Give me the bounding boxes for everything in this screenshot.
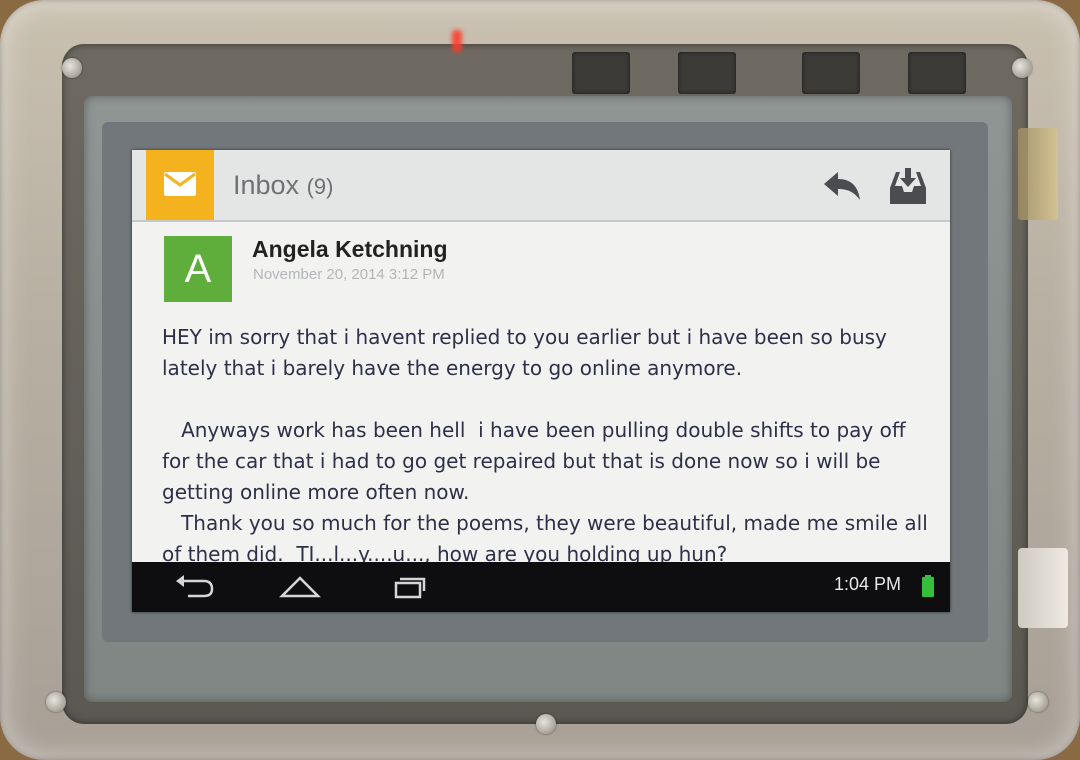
usb-port <box>1018 548 1068 628</box>
message-date: November 20, 2014 3:12 PM <box>253 266 445 283</box>
message-body: HEY im sorry that i havent replied to yo… <box>162 322 932 570</box>
recent-apps-icon[interactable] <box>384 572 436 602</box>
inbox-label: Inbox <box>233 170 300 200</box>
home-icon[interactable] <box>274 572 326 602</box>
header-connector <box>572 52 630 94</box>
case-screw <box>46 692 66 712</box>
system-navigation-bar: 1:04 PM <box>132 562 950 612</box>
message-paragraph: HEY im sorry that i havent replied to yo… <box>162 325 894 380</box>
header-connector <box>678 52 736 94</box>
android-screen: Inbox (9) A Angela Ketchning November 20… <box>132 150 950 612</box>
header-connector <box>908 52 966 94</box>
status-clock: 1:04 PM <box>834 574 902 594</box>
battery-icon <box>922 575 934 597</box>
back-icon[interactable] <box>168 572 220 602</box>
envelope-icon[interactable] <box>146 150 214 220</box>
inbox-title[interactable]: Inbox (9) <box>233 170 333 201</box>
archive-download-icon[interactable] <box>886 166 930 206</box>
case-screw <box>1028 692 1048 712</box>
message-paragraph: Anyways work has been hell i have been p… <box>162 418 912 504</box>
side-connector <box>1018 128 1058 220</box>
status-led <box>452 30 462 52</box>
message-paragraph: Thank you so much for the poems, they we… <box>162 511 935 566</box>
header-connector <box>802 52 860 94</box>
sender-name: Angela Ketchning <box>252 236 448 262</box>
action-bar: Inbox (9) <box>132 150 950 222</box>
case-screw <box>536 714 556 734</box>
case-screw <box>62 58 82 78</box>
unread-count: (9) <box>306 174 334 199</box>
case-screw <box>1012 58 1032 78</box>
reply-icon[interactable] <box>820 170 864 204</box>
avatar[interactable]: A <box>164 236 232 302</box>
